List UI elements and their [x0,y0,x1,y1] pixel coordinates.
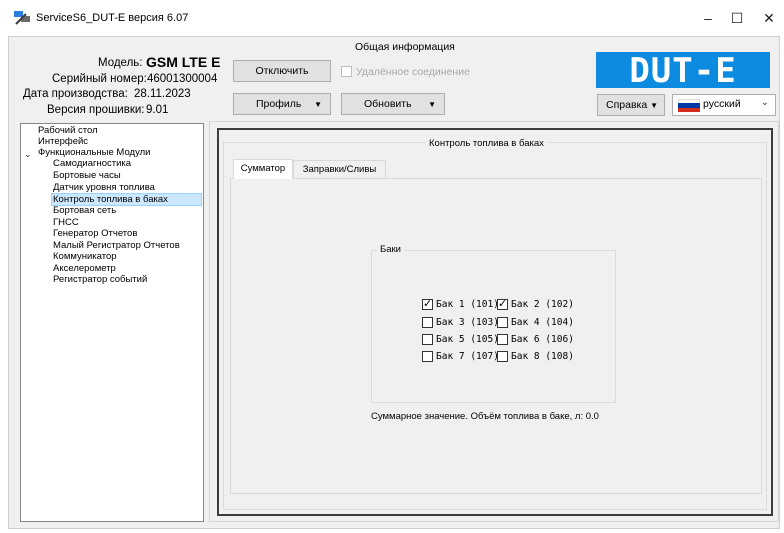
serial-value: 46001300004 [147,73,218,85]
close-button[interactable]: ✕ [754,6,784,30]
tab-refills-drains[interactable]: Заправки/Сливы [293,160,386,179]
tank-7-checkbox[interactable] [422,351,433,362]
help-label: Справка [606,99,648,111]
tree-item-event-recorder[interactable]: Регистратор событий [53,274,147,285]
model-label: Модель: [98,57,143,69]
window-title: ServiceS6_DUT-E версия 6.07 [36,12,189,24]
tree-item-onboard-clock[interactable]: Бортовые часы [53,170,121,181]
chevron-down-icon: ⌄ [760,97,769,108]
tree-item-interface[interactable]: Интерфейс [38,136,88,147]
firmware-label: Версия прошивки: [47,104,145,116]
firmware-value: 9.01 [146,104,169,116]
tank-4-checkbox[interactable] [497,317,508,328]
tree-item-accelerometer[interactable]: Акселерометр [53,263,116,274]
maximize-button[interactable]: ☐ [722,6,752,30]
tank-5-checkbox[interactable] [422,334,433,345]
dropdown-arrow-icon: ▼ [314,100,322,109]
tank-3-checkbox[interactable] [422,317,433,328]
tank-1-checkbox[interactable] [422,297,433,310]
tree-item-report-generator[interactable]: Генератор Отчетов [53,228,137,239]
tank-6-label: Бак 6 (106) [511,334,574,345]
tank-6-checkbox[interactable] [497,334,508,345]
dropdown-arrow-icon: ▼ [428,100,436,109]
language-value: русский [703,98,741,110]
language-select[interactable]: русский ⌄ [672,94,776,116]
tank-7-label: Бак 7 (107) [436,351,499,362]
remote-connection-checkbox[interactable] [341,66,352,77]
tank-2-label: Бак 2 (102) [511,299,574,310]
production-date-label: Дата производства: [23,88,128,100]
tree-item-onboard-network[interactable]: Бортовая сеть [53,205,116,216]
tanks-title: Баки [377,244,404,255]
logo-text: DUT-E [629,51,737,91]
tree-item-gnss[interactable]: ГНСС [53,217,79,228]
tree-item-communicator[interactable]: Коммуникатор [53,251,117,262]
russian-flag-icon [678,99,700,112]
serial-label: Серийный номер: [52,73,147,85]
tree-item-small-report-recorder[interactable]: Малый Регистратор Отчетов [53,240,180,251]
disconnect-button[interactable]: Отключить [233,60,331,82]
tank-2-checkbox[interactable] [497,297,508,310]
profile-label: Профиль [256,98,302,110]
tree-item-self-diagnostics[interactable]: Самодиагностика [53,158,131,169]
remote-connection-label: Удалённое соединение [356,66,470,78]
app-icon [14,11,30,25]
tank-1-label: Бак 1 (101) [436,299,499,310]
model-value: GSM LTE E [146,54,221,70]
tree-item-desktop[interactable]: Рабочий стол [38,125,98,136]
tank-4-label: Бак 4 (104) [511,317,574,328]
dut-e-logo: DUT-E [596,51,770,91]
fuel-control-title: Контроль топлива в баках [426,138,547,149]
production-date-value: 28.11.2023 [134,88,191,100]
dropdown-arrow-icon: ▼ [650,101,658,110]
update-dropdown-button[interactable]: Обновить ▼ [341,93,445,115]
minimize-button[interactable]: – [693,6,723,30]
tree-item-functional-modules[interactable]: Функциональные Модули [38,147,150,158]
title-bar: ServiceS6_DUT-E версия 6.07 – ☐ ✕ [0,0,784,36]
disconnect-label: Отключить [255,65,309,77]
fuel-sum-readout: Суммарное значение. Объём топлива в баке… [371,411,599,422]
general-info-title: Общая информация [355,41,455,53]
tank-5-label: Бак 5 (105) [436,334,499,345]
help-dropdown-button[interactable]: Справка ▼ [597,94,665,116]
tank-8-checkbox[interactable] [497,351,508,362]
tab-summator[interactable]: Сумматор [233,159,293,179]
tab-summator-label: Сумматор [240,163,286,174]
tree-item-fuel-sensor[interactable]: Датчик уровня топлива [53,182,155,193]
profile-dropdown-button[interactable]: Профиль ▼ [233,93,331,115]
tab-refills-drains-label: Заправки/Сливы [302,164,377,175]
tree-expand-icon[interactable]: ⌄ [24,149,32,160]
tank-8-label: Бак 8 (108) [511,351,574,362]
update-label: Обновить [364,98,412,110]
tank-3-label: Бак 3 (103) [436,317,499,328]
